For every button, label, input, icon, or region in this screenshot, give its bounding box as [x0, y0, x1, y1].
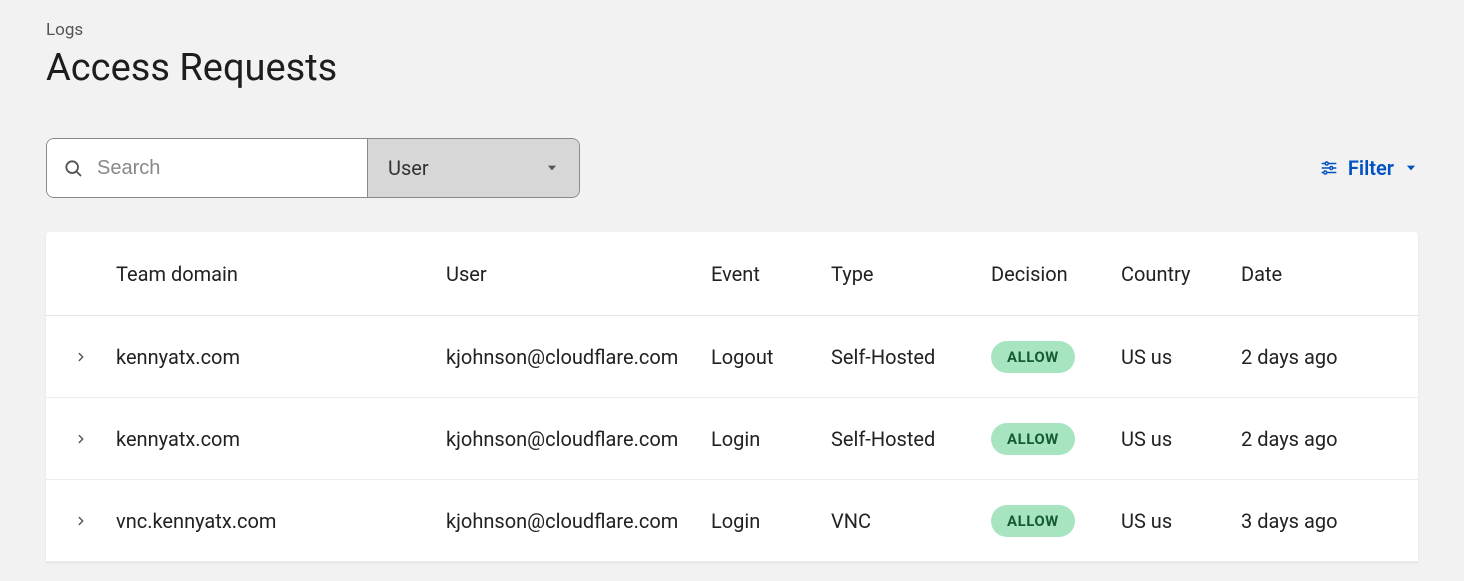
search-icon: [63, 158, 83, 178]
cell-event: Login: [711, 509, 831, 533]
expand-row-button[interactable]: [46, 432, 116, 446]
chevron-right-icon: [74, 432, 88, 446]
cell-team-domain: vnc.kennyatx.com: [116, 509, 446, 533]
cell-event: Login: [711, 427, 831, 451]
cell-date: 3 days ago: [1241, 509, 1411, 533]
cell-decision: ALLOW: [991, 505, 1121, 537]
table-header-row: Team domain User Event Type Decision Cou…: [46, 232, 1418, 316]
chevron-right-icon: [74, 514, 88, 528]
col-type[interactable]: Type: [831, 262, 991, 286]
cell-user: kjohnson@cloudflare.com: [446, 345, 711, 369]
search-box[interactable]: [47, 139, 367, 197]
cell-type: Self-Hosted: [831, 345, 991, 369]
cell-team-domain: kennyatx.com: [116, 345, 446, 369]
decision-badge: ALLOW: [991, 341, 1075, 373]
chevron-down-icon: [545, 161, 559, 175]
sliders-icon: [1320, 159, 1338, 177]
search-group: User: [46, 138, 580, 198]
table-row: vnc.kennyatx.com kjohnson@cloudflare.com…: [46, 480, 1418, 562]
cell-country: US us: [1121, 427, 1241, 451]
col-user[interactable]: User: [446, 262, 711, 286]
cell-decision: ALLOW: [991, 341, 1121, 373]
table-row: kennyatx.com kjohnson@cloudflare.com Log…: [46, 316, 1418, 398]
cell-country: US us: [1121, 345, 1241, 369]
col-country[interactable]: Country: [1121, 262, 1241, 286]
col-decision[interactable]: Decision: [991, 262, 1121, 286]
col-date[interactable]: Date: [1241, 262, 1411, 286]
page-title: Access Requests: [46, 46, 1418, 90]
col-event[interactable]: Event: [711, 262, 831, 286]
expand-row-button[interactable]: [46, 514, 116, 528]
cell-date: 2 days ago: [1241, 345, 1411, 369]
chevron-down-icon: [1404, 161, 1418, 175]
cell-event: Logout: [711, 345, 831, 369]
cell-date: 2 days ago: [1241, 427, 1411, 451]
cell-decision: ALLOW: [991, 423, 1121, 455]
breadcrumb[interactable]: Logs: [46, 20, 1418, 40]
cell-type: Self-Hosted: [831, 427, 991, 451]
cell-user: kjohnson@cloudflare.com: [446, 509, 711, 533]
decision-badge: ALLOW: [991, 423, 1075, 455]
table-row: kennyatx.com kjohnson@cloudflare.com Log…: [46, 398, 1418, 480]
decision-badge: ALLOW: [991, 505, 1075, 537]
chevron-right-icon: [74, 350, 88, 364]
cell-country: US us: [1121, 509, 1241, 533]
search-input[interactable]: [97, 157, 351, 180]
cell-type: VNC: [831, 509, 991, 533]
search-type-label: User: [388, 156, 429, 180]
col-team-domain[interactable]: Team domain: [116, 262, 446, 286]
cell-user: kjohnson@cloudflare.com: [446, 427, 711, 451]
cell-team-domain: kennyatx.com: [116, 427, 446, 451]
filter-button[interactable]: Filter: [1320, 156, 1418, 180]
access-requests-table: Team domain User Event Type Decision Cou…: [46, 232, 1418, 562]
search-type-select[interactable]: User: [367, 139, 579, 197]
filter-label: Filter: [1348, 156, 1394, 180]
expand-row-button[interactable]: [46, 350, 116, 364]
